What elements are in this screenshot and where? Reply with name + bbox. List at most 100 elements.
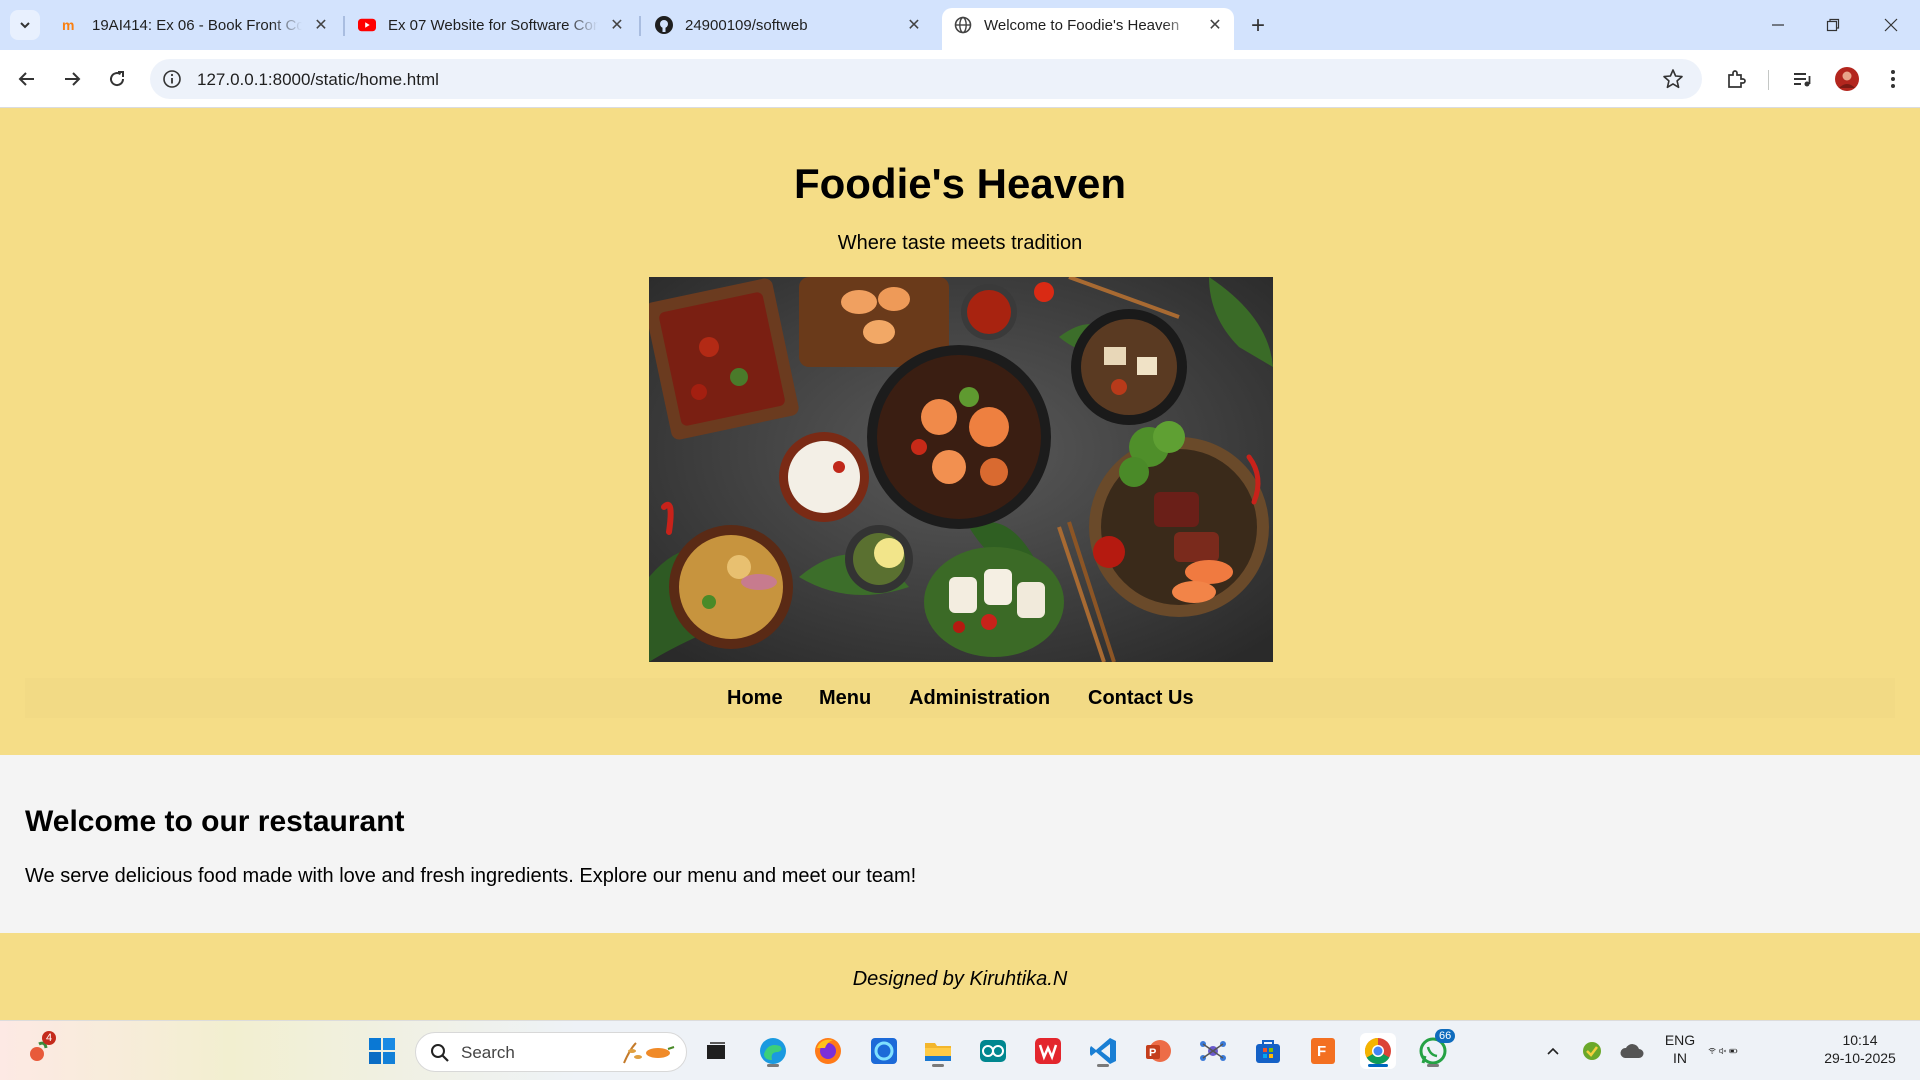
clock[interactable]: 10:14 29-10-2025 xyxy=(1812,1031,1908,1067)
quick-settings-button[interactable] xyxy=(1708,1033,1744,1069)
main-navigation: Home Menu Administration Contact Us xyxy=(25,678,1895,718)
nav-link-administration[interactable]: Administration xyxy=(909,687,1050,710)
site-header: Foodie's Heaven Where taste meets tradit… xyxy=(0,108,1920,755)
address-bar[interactable]: 127.0.0.1:8000/static/home.html xyxy=(150,59,1702,99)
taskbar-vscode[interactable] xyxy=(1085,1033,1121,1069)
notification-badge: 4 xyxy=(42,1031,57,1045)
wps-office-icon xyxy=(1035,1038,1061,1064)
tab-search-button[interactable] xyxy=(10,10,40,40)
taskbar-microsoft-store[interactable] xyxy=(1250,1033,1286,1069)
new-tab-button[interactable]: + xyxy=(1244,12,1272,40)
extensions-button[interactable] xyxy=(1723,66,1749,92)
bookmark-star-icon[interactable] xyxy=(1662,68,1684,90)
chevron-down-icon xyxy=(20,22,30,29)
chrome-menu-button[interactable] xyxy=(1880,66,1906,92)
running-indicator xyxy=(1427,1064,1439,1067)
tab-foodies-heaven[interactable]: Welcome to Foodie's Heaven ✕ xyxy=(942,8,1234,50)
store-icon xyxy=(1256,1040,1280,1063)
region-code: IN xyxy=(1673,1050,1687,1066)
wifi-volume-battery-icons xyxy=(1708,1047,1738,1055)
start-button[interactable] xyxy=(364,1033,400,1069)
avatar-icon xyxy=(1835,67,1859,91)
forward-button[interactable] xyxy=(57,64,87,94)
cloud-icon xyxy=(1620,1044,1644,1058)
site-tagline: Where taste meets tradition xyxy=(837,232,1083,254)
close-window-button[interactable] xyxy=(1876,12,1906,38)
taskbar-app-network[interactable] xyxy=(1195,1033,1231,1069)
restore-button[interactable] xyxy=(1818,12,1848,38)
nav-link-home[interactable]: Home xyxy=(727,687,783,710)
media-controls-button[interactable] xyxy=(1789,66,1815,92)
svg-text:F: F xyxy=(1317,1043,1326,1060)
taskbar-edge[interactable] xyxy=(755,1033,791,1069)
taskbar-app-blue[interactable] xyxy=(866,1033,902,1069)
running-indicator xyxy=(1368,1064,1388,1067)
tab-title: Ex 07 Website for Software Company xyxy=(388,16,598,34)
site-info-icon[interactable] xyxy=(162,69,182,89)
widgets-button[interactable]: 4 xyxy=(22,1031,58,1069)
fusion-icon: F xyxy=(1311,1038,1335,1064)
search-highlight-icon xyxy=(623,1042,675,1064)
onedrive-button[interactable] xyxy=(1614,1033,1650,1069)
tab-moodle[interactable]: m 19AI414: Ex 06 - Book Front Cover ✕ xyxy=(50,8,340,42)
food-hero-image xyxy=(649,277,1273,662)
moodle-icon: m xyxy=(62,16,80,34)
youtube-icon xyxy=(358,16,376,34)
powerpoint-icon: P xyxy=(1146,1040,1171,1062)
reload-button[interactable] xyxy=(102,64,132,94)
tab-github[interactable]: 24900109/softweb ✕ xyxy=(643,8,933,42)
minimize-button[interactable] xyxy=(1763,12,1793,38)
snipping-tool-icon xyxy=(871,1038,897,1064)
arrow-right-icon xyxy=(65,72,81,86)
chrome-icon xyxy=(1364,1037,1391,1065)
running-indicator xyxy=(767,1064,779,1067)
taskbar-chrome[interactable] xyxy=(1360,1033,1396,1069)
close-icon[interactable]: ✕ xyxy=(608,16,626,34)
taskbar-fusion[interactable]: F xyxy=(1305,1033,1341,1069)
folder-icon xyxy=(925,1043,951,1061)
url-text[interactable]: 127.0.0.1:8000/static/home.html xyxy=(197,70,439,90)
close-icon[interactable]: ✕ xyxy=(312,16,330,34)
site-footer: Designed by Kiruhtika.N xyxy=(0,933,1920,1020)
taskbar-search-box[interactable]: Search xyxy=(415,1032,687,1072)
tray-app-icon[interactable] xyxy=(1574,1033,1610,1069)
close-icon xyxy=(1884,18,1898,32)
close-icon[interactable]: ✕ xyxy=(905,16,923,34)
taskbar-whatsapp[interactable]: 66 xyxy=(1415,1029,1456,1069)
tab-divider xyxy=(343,16,345,36)
back-button[interactable] xyxy=(12,64,42,94)
svg-text:P: P xyxy=(1149,1047,1156,1059)
clock-date: 29-10-2025 xyxy=(1824,1050,1896,1066)
firefox-icon xyxy=(815,1038,841,1064)
media-queue-icon xyxy=(1794,73,1811,87)
whatsapp-badge: 66 xyxy=(1435,1029,1456,1043)
close-icon[interactable]: ✕ xyxy=(1206,16,1224,34)
tab-youtube[interactable]: Ex 07 Website for Software Company ✕ xyxy=(346,8,636,42)
nav-link-contact-us[interactable]: Contact Us xyxy=(1088,687,1194,710)
tab-divider xyxy=(639,16,641,36)
tab-title: Welcome to Foodie's Heaven xyxy=(984,16,1180,34)
show-hidden-icons-button[interactable] xyxy=(1535,1033,1571,1069)
task-view-button[interactable] xyxy=(698,1033,734,1069)
search-placeholder: Search xyxy=(461,1043,515,1062)
toolbar-divider xyxy=(1768,70,1769,90)
site-title: Foodie's Heaven xyxy=(793,160,1127,207)
taskbar-firefox[interactable] xyxy=(810,1033,846,1069)
vscode-icon xyxy=(1090,1038,1116,1064)
nav-link-menu[interactable]: Menu xyxy=(819,687,871,710)
windows-taskbar: 4 Search P F 66 ENG IN 10:14 29-10-2025 xyxy=(0,1020,1920,1080)
language-code: ENG xyxy=(1664,1032,1696,1048)
profile-avatar[interactable] xyxy=(1834,66,1860,92)
taskbar-arduino[interactable] xyxy=(975,1033,1011,1069)
taskbar-wps[interactable] xyxy=(1030,1033,1066,1069)
edge-icon xyxy=(760,1038,786,1064)
windows-logo-icon xyxy=(369,1038,395,1064)
browser-toolbar: 127.0.0.1:8000/static/home.html xyxy=(0,50,1920,108)
search-icon xyxy=(431,1044,449,1062)
taskbar-file-explorer[interactable] xyxy=(920,1033,956,1069)
language-indicator[interactable]: ENG IN xyxy=(1660,1031,1700,1067)
minimize-icon xyxy=(1772,24,1784,26)
clock-time: 10:14 xyxy=(1842,1032,1878,1048)
taskbar-powerpoint[interactable]: P xyxy=(1140,1033,1176,1069)
browser-tab-strip: m 19AI414: Ex 06 - Book Front Cover ✕ Ex… xyxy=(0,0,1920,50)
